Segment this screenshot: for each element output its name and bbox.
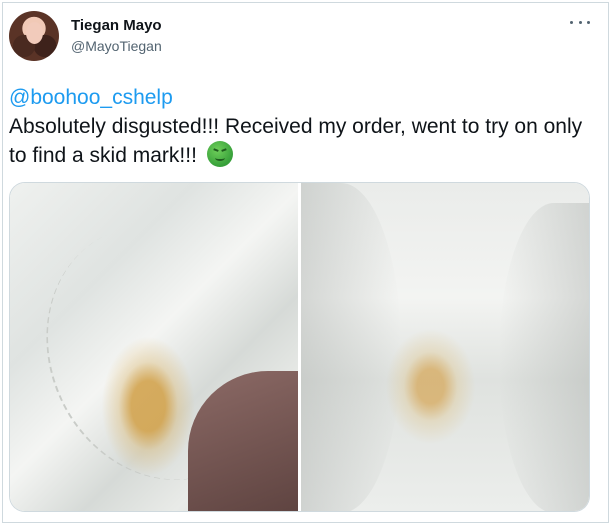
tweet-card: Tiegan Mayo @MayoTiegan @boohoo_cshelp A… bbox=[2, 2, 609, 523]
fabric-fold-left bbox=[301, 183, 401, 511]
photo-1[interactable] bbox=[10, 183, 298, 511]
dot bbox=[578, 20, 582, 24]
more-options-icon[interactable] bbox=[570, 17, 590, 27]
nauseated-face-icon bbox=[206, 141, 233, 167]
media-grid bbox=[9, 182, 590, 512]
mention-link[interactable]: @boohoo_cshelp bbox=[9, 83, 599, 112]
fabric-fold-right bbox=[499, 203, 589, 511]
tweet-text: @boohoo_cshelp Absolutely disgusted!!! R… bbox=[9, 83, 599, 170]
author-handle[interactable]: @MayoTiegan bbox=[71, 38, 162, 55]
author-display-name[interactable]: Tiegan Mayo bbox=[71, 17, 162, 35]
avatar-face bbox=[26, 22, 43, 44]
photo-2[interactable] bbox=[301, 183, 589, 511]
avatar[interactable] bbox=[9, 11, 59, 61]
dot bbox=[587, 20, 590, 24]
dot bbox=[570, 20, 573, 24]
tweet-body: Absolutely disgusted!!! Received my orde… bbox=[9, 115, 583, 167]
tweet-header: Tiegan Mayo @MayoTiegan bbox=[9, 11, 162, 61]
author-names: Tiegan Mayo @MayoTiegan bbox=[71, 17, 162, 55]
